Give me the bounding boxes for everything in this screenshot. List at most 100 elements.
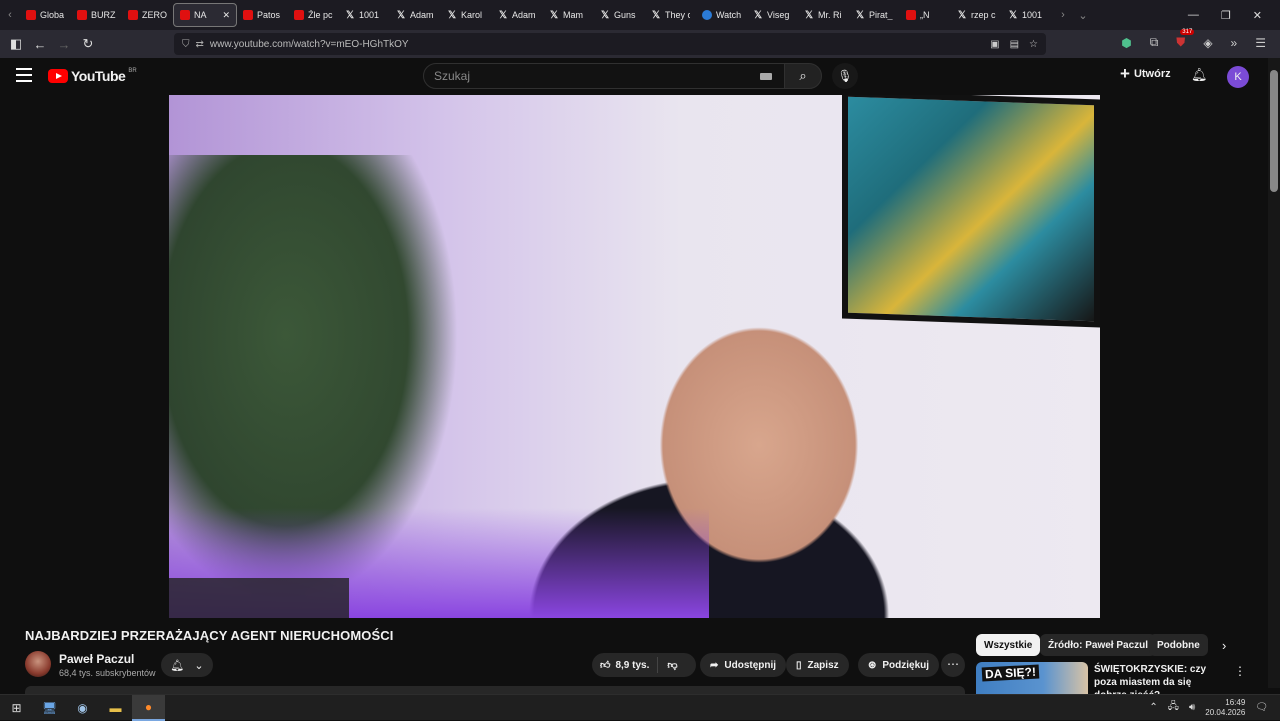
x-favicon-icon: 𝕏 [447,9,457,21]
browser-tab[interactable]: 𝕏 Mam [543,3,594,27]
tab-label: Pirat_ [869,10,893,20]
notifications-icon[interactable]: 🗨︎ [1255,702,1268,713]
share-button[interactable]: ➦ Udostępnij [700,653,787,677]
browser-tab[interactable]: 𝕏 They c [645,3,696,27]
keyboard-icon[interactable] [760,72,772,80]
tab-label: Patos [257,10,281,20]
youtube-logo[interactable]: YouTube BR [48,68,137,84]
share-icon: ➦ [710,659,719,671]
chips-next-icon[interactable]: › [1222,638,1226,653]
dislike-button[interactable]: 👎︎ [658,659,686,671]
extensions-puzzle-icon[interactable]: ⧉ [1150,35,1159,50]
tab-label: Watch [716,10,741,20]
window-controls: — ❐ ✕ [1188,9,1280,22]
firefox-icon: ● [144,699,153,714]
start-button[interactable]: ⊞ [0,695,33,721]
tab-label: NA [194,10,207,20]
permissions-icon[interactable]: ⇄ [196,39,204,50]
tab-scroll-right-icon[interactable]: › [1053,9,1073,21]
ublock-icon[interactable]: ⛊ 317 [1176,29,1195,50]
privacy-icon[interactable]: ◈ [1203,36,1212,50]
create-button[interactable]: + Utwórz [1120,65,1171,82]
video-player[interactable] [169,95,1100,618]
chip-channel[interactable]: Źródło: Paweł Paczul [1040,634,1157,656]
country-code: BR [128,68,137,74]
back-icon[interactable]: ← [28,37,52,52]
thanks-label: Podziękuj [882,659,930,671]
video-frame-painting [842,95,1100,328]
subscription-bell-button[interactable]: 🔔︎ ⌄ [161,653,213,677]
bookmark-star-icon[interactable]: ☆ [1029,39,1038,50]
tab-label: 1001 [1022,10,1043,20]
like-dislike-group: 👍︎ 8,9 tys. 👎︎ [592,653,696,677]
youtube-favicon-icon [906,10,916,20]
folder-icon: ▬ [109,700,122,715]
browser-tab[interactable]: 𝕏 Viseg [747,3,798,27]
taskbar-app-explorer[interactable]: ▬ [99,695,132,721]
browser-tab[interactable]: „N [900,3,951,27]
thanks-button[interactable]: ⊛ Podziękuj [858,653,940,677]
description-box[interactable] [25,686,965,694]
close-window-icon[interactable]: ✕ [1253,9,1262,22]
close-tab-icon[interactable]: ✕ [222,10,230,21]
browser-tab[interactable]: Watch [696,3,747,27]
reload-icon[interactable]: ↻ [76,36,100,52]
browser-tab[interactable]: 𝕏rzep c [951,3,1002,27]
bookmark-icon: ▯ [796,659,802,671]
browser-tab[interactable]: Źle pc [288,3,339,27]
browser-tab[interactable]: 𝕏 Adam [390,3,441,27]
search-button[interactable]: ⌕ [784,63,822,89]
minimize-icon[interactable]: — [1188,9,1199,21]
browser-tab[interactable]: BURZ [71,3,122,27]
url-text[interactable]: www.youtube.com/watch?v=mEO-HGhTkOY [210,39,409,50]
recommendation-thumbnail[interactable]: DA SIĘ?! [976,662,1088,694]
shield-icon[interactable]: ⛉ [182,39,190,50]
account-avatar[interactable]: K [1227,66,1249,88]
recommendation-menu-icon[interactable]: ⋮ [1234,664,1246,678]
channel-name[interactable]: Paweł Paczul [59,652,134,666]
computer-icon: 🖥︎ [41,700,58,715]
notifications-bell-icon[interactable]: 🔔︎ [1191,67,1208,83]
browser-tab[interactable]: Globa [20,3,71,27]
browser-tab[interactable]: 𝕏 1001 [339,3,390,27]
taskbar-app-computer[interactable]: 🖥︎ [33,695,66,721]
channel-avatar[interactable] [25,651,51,677]
chip-similar[interactable]: Podobne [1149,634,1208,656]
network-icon[interactable]: 🖧︎ [1168,699,1179,716]
save-button[interactable]: ▯ Zapisz [786,653,849,677]
tab-scroll-left-icon[interactable]: ‹ [0,9,20,21]
browser-tab[interactable]: Patos [237,3,288,27]
address-bar[interactable]: ⛉ ⇄ www.youtube.com/watch?v=mEO-HGhTkOY … [174,33,1046,55]
app-menu-icon[interactable]: ☰ [1255,36,1266,50]
overflow-chevron-icon[interactable]: » [1231,36,1238,50]
restore-icon[interactable]: ❐ [1221,9,1231,22]
sidebar-toggle-icon[interactable]: ◧ [4,36,28,52]
forward-icon[interactable]: → [52,37,76,52]
menu-hamburger-icon[interactable] [16,68,32,86]
more-actions-button[interactable]: ⋯ [941,653,965,677]
tab-list-chevron-icon[interactable]: ⌄ [1073,9,1093,22]
taskbar-app-steam[interactable]: ◉ [66,695,99,721]
chip-all[interactable]: Wszystkie [976,634,1041,656]
browser-tab[interactable]: 𝕏 Karol [441,3,492,27]
search-input[interactable]: Szukaj [423,63,785,89]
tray-expand-icon[interactable]: ⌃ [1149,702,1157,713]
extension-shield-icon[interactable]: ⬢ [1121,36,1131,50]
like-button[interactable]: 👍︎ 8,9 tys. [592,657,659,673]
windows-taskbar: ⊞ 🖥︎ ◉ ▬ ● ⌃ 🖧︎ 🔊︎ 16:49 20.04.2026 🗨︎ [0,694,1280,721]
taskbar-app-firefox[interactable]: ● [132,694,165,721]
browser-tab[interactable]: 𝕏 Guns [594,3,645,27]
browser-tab[interactable]: ZERO [122,3,173,27]
reader-icon[interactable]: ▤ [1010,39,1019,50]
browser-tab[interactable]: 𝕏 1001 [1002,3,1053,27]
pip-icon[interactable]: ▣ [990,39,999,50]
browser-tab[interactable]: 𝕏 Mr. Ri [798,3,849,27]
browser-tab[interactable]: NA ✕ [173,3,237,27]
scrollbar-thumb[interactable] [1270,70,1278,192]
volume-icon[interactable]: 🔊︎ [1189,702,1195,713]
browser-tab[interactable]: 𝕏 Adam [492,3,543,27]
voice-search-button[interactable]: 🎙︎ [832,63,858,89]
browser-tab[interactable]: 𝕏 Pirat_ [849,3,900,27]
clock[interactable]: 16:49 20.04.2026 [1205,698,1245,718]
clock-time: 16:49 [1225,697,1246,707]
